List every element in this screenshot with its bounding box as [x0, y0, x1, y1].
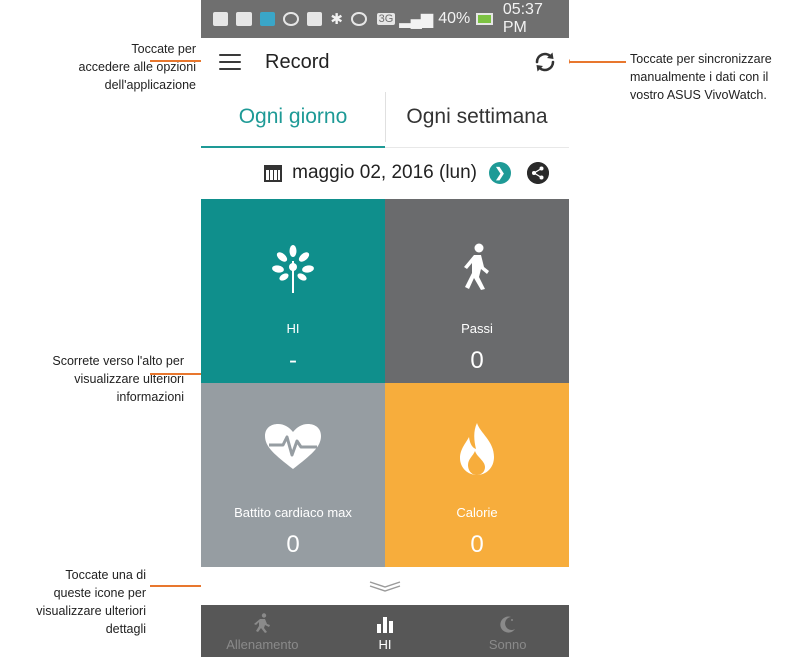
tile-heart-value: 0	[286, 531, 300, 558]
moon-icon	[500, 616, 515, 633]
chat-notification-icon	[213, 12, 229, 26]
tile-steps[interactable]: Passi 0	[385, 199, 569, 383]
bottom-navigation: Allenamento HI Sonno	[201, 605, 569, 657]
heart-pulse-icon	[265, 424, 321, 469]
annotation-menu: Toccate per accedere alle opzioni dell'a…	[78, 42, 196, 92]
tile-calories[interactable]: Calorie 0	[385, 383, 569, 567]
tile-hi-label: HI	[286, 321, 300, 336]
clock-notification-icon	[283, 12, 299, 26]
nav-hi[interactable]: HI	[324, 605, 447, 657]
scroll-up-hint[interactable]	[201, 567, 569, 605]
bluetooth-icon: ✱	[330, 11, 343, 28]
signal-icon: ▂▄▆	[399, 11, 433, 28]
flame-icon	[460, 423, 494, 475]
nav-sleep[interactable]: Sonno	[446, 605, 569, 657]
tile-steps-label: Passi	[461, 321, 493, 336]
tile-hi[interactable]: HI -	[201, 199, 385, 383]
tab-daily[interactable]: Ogni giorno	[201, 86, 385, 148]
annotation-scroll: Scorrete verso l'alto per visualizzare u…	[52, 354, 184, 404]
date-bar: maggio 02, 2016 (lun) ❯	[201, 148, 569, 198]
page-title: Record	[265, 50, 330, 73]
tab-weekly[interactable]: Ogni settimana	[385, 86, 569, 147]
chevron-right-icon[interactable]: ❯	[489, 162, 511, 184]
annotation-sync-line	[566, 61, 626, 63]
alarm-icon	[350, 12, 367, 26]
tree-icon	[272, 245, 314, 293]
app-toolbar: Record	[201, 38, 569, 86]
annotation-sync: Toccate per sincronizzare manualmente i …	[630, 52, 772, 102]
running-icon	[254, 613, 271, 633]
status-time: 05:37 PM	[502, 1, 543, 36]
double-chevron-down-icon	[369, 581, 401, 592]
hamburger-menu-icon[interactable]	[219, 54, 241, 70]
nav-hi-label: HI	[378, 637, 392, 652]
tile-heart[interactable]: Battito cardiaco max 0	[201, 383, 385, 567]
tile-steps-value: 0	[470, 347, 484, 374]
sync-icon[interactable]	[533, 50, 557, 74]
phone-screen: ✱ 3G ▂▄▆ 40% 05:37 PM Record Ogni giorno…	[201, 0, 569, 657]
walking-person-icon	[464, 243, 489, 290]
period-tabs: Ogni giorno Ogni settimana	[201, 86, 569, 148]
battery-icon	[476, 13, 493, 25]
share-icon[interactable]	[527, 162, 549, 184]
tile-calories-value: 0	[470, 531, 484, 558]
annotation-menu-line	[150, 60, 204, 62]
app-notification-icon	[259, 12, 276, 26]
network-type: 3G	[376, 13, 396, 25]
tile-hi-value: -	[289, 347, 297, 374]
battery-percent: 40%	[438, 10, 471, 27]
nav-sleep-label: Sonno	[488, 637, 527, 652]
tile-calories-label: Calorie	[456, 505, 498, 520]
email-notification-icon	[236, 12, 252, 26]
calendar-icon[interactable]	[264, 164, 283, 182]
annotation-icons: Toccate una di queste icone per visualiz…	[36, 568, 146, 636]
annotation-scroll-line	[150, 373, 206, 375]
image-notification-icon	[306, 12, 323, 26]
status-bar: ✱ 3G ▂▄▆ 40% 05:37 PM	[201, 0, 569, 38]
annotation-icons-line	[150, 585, 206, 587]
current-date: maggio 02, 2016 (lun)	[292, 162, 477, 183]
nav-workout[interactable]: Allenamento	[201, 605, 324, 657]
nav-workout-label: Allenamento	[226, 637, 299, 652]
tile-heart-label: Battito cardiaco max	[234, 505, 352, 520]
bar-chart-icon	[377, 617, 393, 633]
